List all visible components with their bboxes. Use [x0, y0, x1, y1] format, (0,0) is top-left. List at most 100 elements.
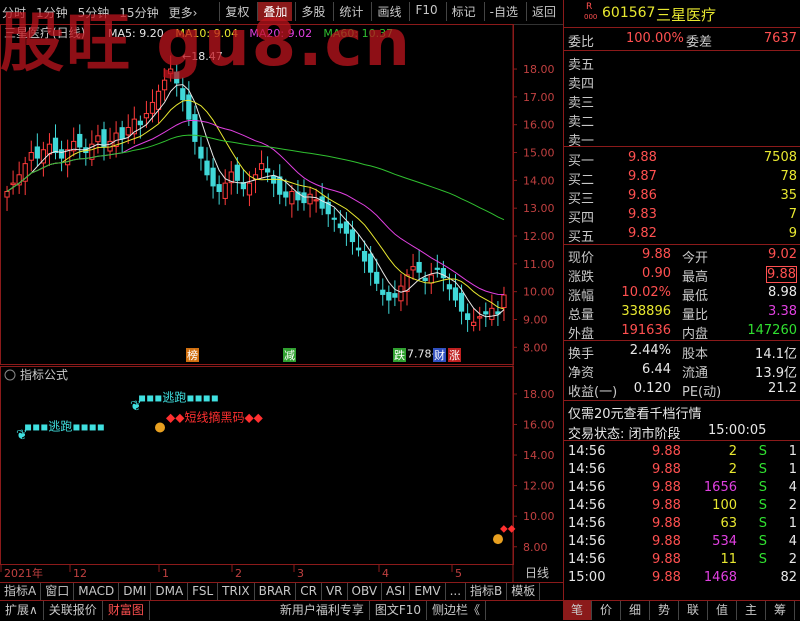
panel-tab-2[interactable]: 细 — [621, 601, 650, 620]
indicator-tab-11[interactable]: ASI — [382, 583, 411, 600]
panel-tab-0[interactable]: 笔 — [563, 601, 592, 620]
promo-link[interactable]: 仅需20元查看千档行情 — [568, 401, 797, 422]
period-0[interactable]: 分时 — [2, 4, 26, 21]
sell-row: 卖五 — [568, 52, 797, 73]
candle-body — [489, 307, 495, 320]
y-tick-label: 13.00 — [523, 202, 555, 215]
x-label: 12 — [73, 567, 87, 580]
tool-1[interactable]: 叠加 — [257, 2, 293, 21]
buy-row: 买一 9.88 7508 — [568, 148, 797, 169]
candle-body — [380, 289, 386, 295]
tick-row: 14:56 9.88 1656 S 4 — [568, 478, 797, 496]
tick-side: S — [758, 480, 767, 495]
buy-volume: 35 — [780, 188, 797, 203]
chart-toolbar: 分时 1分钟 5分钟 15分钟 更多› 复权 叠加 多股 统计 画线 F10 标记 -自选 返回 — [0, 0, 563, 25]
indicator-tab-1[interactable]: 窗口 — [41, 583, 75, 600]
indicator-tab-14[interactable]: 指标B — [466, 583, 508, 600]
stat-value: 147260 — [747, 323, 797, 338]
indicator-tab-4[interactable]: DMA — [151, 583, 189, 600]
bottom-tab-2[interactable]: 财富图 — [103, 601, 150, 620]
bottom-tab-4[interactable]: 图文F10 — [370, 601, 428, 620]
event-marker-text: 减 — [284, 349, 295, 362]
indicator-tab-0[interactable]: 指标A — [0, 583, 42, 600]
indicator-tab-10[interactable]: OBV — [348, 583, 383, 600]
stat-row: 涨跌 0.90 最高 9.88 — [568, 264, 797, 285]
period-2[interactable]: 5分钟 — [78, 4, 110, 21]
indicator-tab-2[interactable]: MACD — [74, 583, 120, 600]
indicator-tab-7[interactable]: BRAR — [255, 583, 297, 600]
tool-6[interactable]: 标记 — [445, 2, 481, 21]
candle-body — [28, 152, 34, 161]
trade-status: 交易状态: 闭市阶段 15:00:05 — [568, 423, 767, 442]
buy-row: 买五 9.82 9 — [568, 224, 797, 245]
period-label[interactable]: 日线 — [525, 566, 549, 580]
indicator-tab-12[interactable]: EMV — [410, 583, 446, 600]
indicator-tab-13[interactable]: ... — [446, 583, 467, 600]
fund-row: 收益(一) 0.120 PE(动) 21.2 — [568, 379, 797, 400]
tool-4[interactable]: 画线 — [371, 2, 406, 21]
candle-body — [368, 253, 374, 273]
sub-y-label: 12.00 — [523, 480, 555, 493]
tool-2[interactable]: 多股 — [295, 2, 330, 21]
tick-count: 1 — [788, 516, 797, 531]
fund-value: 0.120 — [633, 381, 671, 396]
indicator-title[interactable]: 指标公式 — [20, 367, 68, 382]
event-marker-text: 涨 — [449, 349, 460, 362]
tool-8[interactable]: 返回 — [525, 2, 561, 21]
candle-body — [283, 191, 289, 198]
x-label: 3 — [297, 567, 304, 580]
buy-row: 买二 9.87 78 — [568, 167, 797, 188]
tick-price: 9.88 — [652, 444, 681, 459]
candle-body — [464, 313, 471, 320]
kline-chart[interactable]: 三星医疗(日线) MA5: 9.20 MA10: 9.04 MA20: 9.02 MA6… — [0, 24, 563, 582]
y-tick-label: 15.00 — [523, 147, 555, 160]
period-4[interactable]: 更多› — [169, 4, 198, 21]
x-label: 1 — [162, 567, 169, 580]
tool-3[interactable]: 统计 — [333, 2, 368, 21]
indicator-menu-icon[interactable] — [4, 369, 16, 381]
tick-row: 14:56 9.88 534 S 4 — [568, 532, 797, 550]
bottom-tab-3[interactable]: 新用户福利专享 — [275, 601, 370, 620]
indicator-tab-15[interactable]: 模板 — [507, 583, 541, 600]
bottom-tab-0[interactable]: 扩展∧ — [0, 601, 44, 620]
indicator-tab-5[interactable]: FSL — [188, 583, 219, 600]
tick-volume: 2 — [728, 444, 737, 459]
candle-body — [168, 68, 174, 75]
panel-tab-5[interactable]: 值 — [708, 601, 737, 620]
tick-price: 9.88 — [652, 534, 681, 549]
candle-body — [471, 321, 477, 327]
panel-tab-3[interactable]: 势 — [650, 601, 679, 620]
tool-7[interactable]: -自选 — [483, 2, 523, 21]
weibi-row: 委比 100.00% 委差 7637 — [568, 31, 797, 50]
tool-5[interactable]: F10 — [409, 2, 442, 21]
tick-side: S — [758, 462, 767, 477]
buy-volume: 78 — [780, 169, 797, 184]
tick-volume: 1468 — [703, 570, 737, 585]
period-3[interactable]: 15分钟 — [119, 4, 158, 21]
sub-y-label: 14.00 — [523, 449, 555, 462]
panel-tab-4[interactable]: 联 — [679, 601, 708, 620]
panel-tab-1[interactable]: 价 — [592, 601, 621, 620]
candle-body — [337, 223, 343, 229]
panel-tab-7[interactable]: 筹 — [766, 601, 795, 620]
sub-frame — [0, 366, 514, 565]
indicator-tab-8[interactable]: CR — [296, 583, 322, 600]
indicator-tab-3[interactable]: DMI — [119, 583, 152, 600]
tick-time: 14:56 — [568, 480, 606, 495]
candle-body — [301, 192, 307, 204]
candle-body — [137, 120, 143, 126]
stock-name[interactable]: 三星医疗 — [656, 4, 716, 25]
panel-tab-6[interactable]: 主 — [737, 601, 766, 620]
event-marker-text: 财 — [434, 348, 445, 362]
tool-0[interactable]: 复权 — [219, 2, 254, 21]
indicator-tab-9[interactable]: VR — [322, 583, 348, 600]
period-1[interactable]: 1分钟 — [36, 4, 68, 21]
indicator-tab-6[interactable]: TRIX — [218, 583, 255, 600]
bottom-tab-1[interactable]: 关联报价 — [44, 601, 103, 620]
tick-volume: 11 — [720, 552, 737, 567]
buy-price: 9.82 — [628, 226, 657, 241]
tick-price: 9.88 — [652, 516, 681, 531]
candle-body — [374, 271, 380, 284]
bottom-tab-5[interactable]: 侧边栏《 — [427, 601, 487, 620]
high-label: ←18.47 — [182, 50, 223, 63]
